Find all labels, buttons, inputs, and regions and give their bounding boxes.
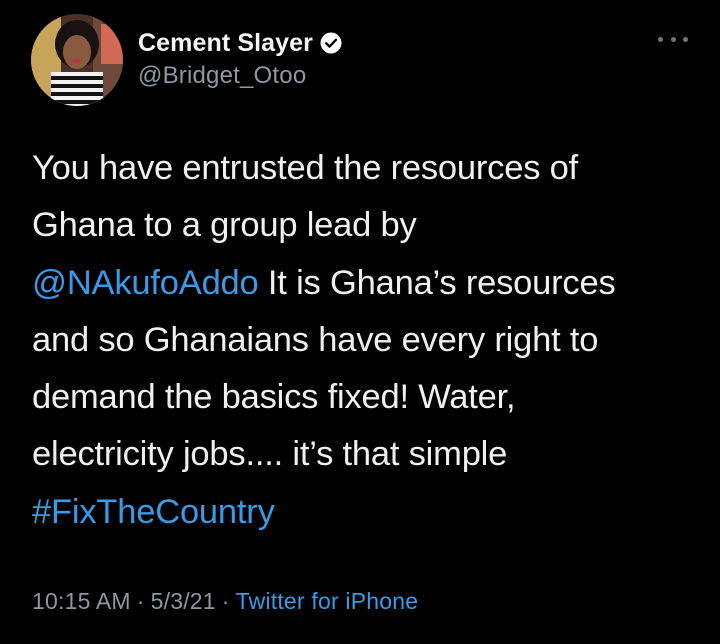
avatar[interactable]: [31, 14, 123, 106]
separator: ·: [221, 588, 230, 614]
tweet-meta: 10:15 AM · 5/3/21 · Twitter for iPhone: [32, 588, 418, 615]
dot: [683, 36, 688, 42]
tweet-text-line: electricity jobs.... it’s that simple: [32, 426, 702, 483]
handle[interactable]: @Bridget_Otoo: [138, 62, 342, 90]
tweet-text-line: and so Ghanaians have every right to: [32, 312, 702, 369]
tweet-text-line: @NAkufoAddo It is Ghana’s resources: [32, 255, 702, 312]
tweet-source-link[interactable]: Twitter for iPhone: [236, 588, 419, 614]
tweet-text-line: Ghana to a group lead by: [32, 197, 702, 254]
separator: ·: [136, 588, 145, 614]
tweet-text-segment: and so Ghanaians have every right to: [32, 320, 599, 359]
mention-link[interactable]: @NAkufoAddo: [32, 264, 259, 302]
tweet-text: You have entrusted the resources of Ghana…: [32, 140, 702, 541]
tweet-text-line: #FixTheCountry: [32, 484, 702, 541]
tweet-text-segment: electricity jobs.... it’s that simple: [32, 435, 508, 474]
hashtag-link[interactable]: #FixTheCountry: [32, 493, 275, 531]
dot: [658, 36, 663, 42]
tweet-text-line: You have entrusted the resources of: [32, 140, 702, 197]
name-row: Cement Slayer: [138, 27, 342, 59]
more-options-icon[interactable]: [658, 32, 688, 46]
avatar-image: [31, 14, 123, 106]
tweet-text-line: demand the basics fixed! Water,: [32, 369, 702, 426]
dot: [670, 36, 676, 42]
tweet-date[interactable]: 5/3/21: [151, 588, 216, 614]
tweet-text-segment: demand the basics fixed! Water,: [32, 378, 516, 417]
tweet-text-segment: You have entrusted the resources of: [32, 149, 579, 187]
display-name[interactable]: Cement Slayer: [138, 29, 313, 58]
tweet-text-segment: It is Ghana’s resources: [258, 263, 616, 302]
tweet-text-segment: Ghana to a group lead by: [32, 206, 417, 245]
tweet: Cement Slayer @Bridget_Otoo You have ent…: [0, 0, 720, 644]
tweet-time[interactable]: 10:15 AM: [32, 588, 131, 614]
verified-badge-icon: [320, 32, 342, 54]
author-block[interactable]: Cement Slayer @Bridget_Otoo: [138, 27, 342, 90]
